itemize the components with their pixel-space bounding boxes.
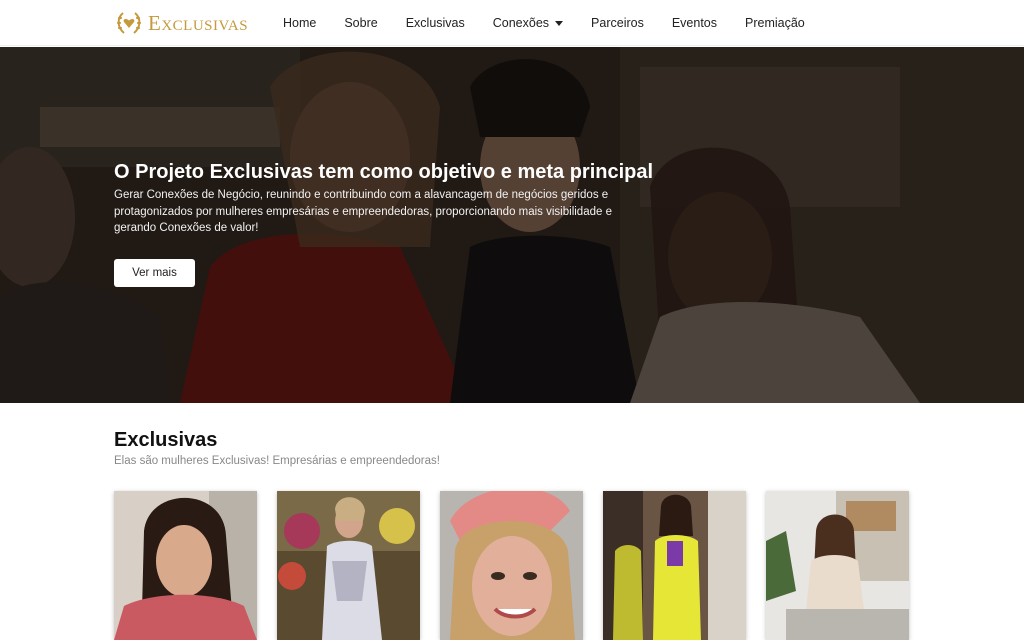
hero-description: Gerar Conexões de Negócio, reunindo e co… [114, 189, 612, 234]
exclusivas-cards [114, 491, 929, 640]
exclusiva-card[interactable] [603, 491, 746, 640]
portrait-photo [277, 491, 420, 640]
nav-parceiros[interactable]: Parceiros [591, 16, 644, 30]
portrait-photo [440, 491, 583, 640]
section-subtitle: Elas são mulheres Exclusivas! Empresária… [114, 455, 440, 467]
hero-title: O Projeto Exclusivas tem como objetivo e… [114, 161, 654, 183]
nav-conexoes-label: Conexões [492, 16, 550, 30]
laurel-heart-icon [114, 9, 144, 37]
portrait-photo [603, 491, 746, 640]
nav-premiacao[interactable]: Premiação [745, 16, 805, 30]
section-title: Exclusivas [114, 429, 218, 451]
exclusiva-card[interactable] [114, 491, 257, 640]
nav-home[interactable]: Home [283, 16, 316, 30]
main-nav: Home Sobre Exclusivas Conexões Parceiros… [283, 0, 833, 46]
nav-exclusivas[interactable]: Exclusivas [406, 16, 465, 30]
brand-name: Exclusivas [148, 10, 249, 35]
portrait-photo [766, 491, 909, 640]
hero-banner: O Projeto Exclusivas tem como objetivo e… [0, 47, 1024, 403]
nav-eventos[interactable]: Eventos [672, 16, 717, 30]
nav-sobre[interactable]: Sobre [344, 16, 377, 30]
caret-down-icon [555, 20, 564, 26]
portrait-photo [114, 491, 257, 640]
brand-logo[interactable]: Exclusivas [114, 9, 248, 37]
exclusiva-card[interactable] [277, 491, 420, 640]
exclusiva-card[interactable] [766, 491, 909, 640]
ver-mais-button[interactable]: Ver mais [114, 259, 195, 287]
nav-conexoes[interactable]: Conexões [492, 16, 564, 30]
site-header: Exclusivas Home Sobre Exclusivas Conexõe… [0, 0, 1024, 46]
exclusiva-card[interactable] [440, 491, 583, 640]
